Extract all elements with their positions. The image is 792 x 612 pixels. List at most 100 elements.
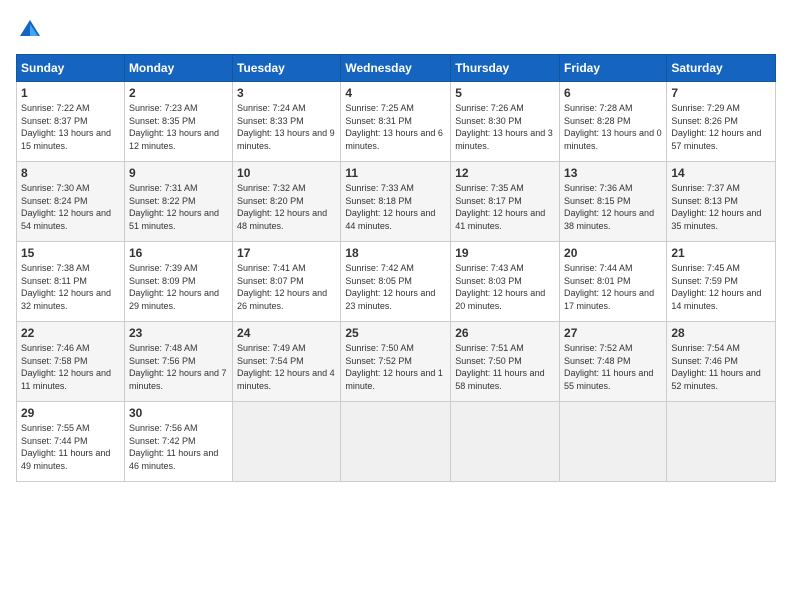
day-number: 1 bbox=[21, 86, 120, 100]
day-number: 22 bbox=[21, 326, 120, 340]
calendar-cell: 23Sunrise: 7:48 AM Sunset: 7:56 PM Dayli… bbox=[124, 322, 232, 402]
day-number: 3 bbox=[237, 86, 336, 100]
day-info: Sunrise: 7:38 AM Sunset: 8:11 PM Dayligh… bbox=[21, 262, 120, 312]
day-info: Sunrise: 7:49 AM Sunset: 7:54 PM Dayligh… bbox=[237, 342, 336, 392]
day-info: Sunrise: 7:54 AM Sunset: 7:46 PM Dayligh… bbox=[671, 342, 771, 392]
calendar-cell: 21 Sunrise: 7:45 AM Sunset: 7:59 PM Dayli… bbox=[667, 242, 776, 322]
calendar-cell: 3 Sunrise: 7:24 AM Sunset: 8:33 PM Daylig… bbox=[233, 82, 341, 162]
weekday-header-row: SundayMondayTuesdayWednesdayThursdayFrid… bbox=[17, 55, 776, 82]
calendar-week-row: 22 Sunrise: 7:46 AM Sunset: 7:58 PM Dayli… bbox=[17, 322, 776, 402]
calendar-week-row: 1 Sunrise: 7:22 AM Sunset: 8:37 PM Daylig… bbox=[17, 82, 776, 162]
day-number: 26 bbox=[455, 326, 555, 340]
calendar-cell: 9 Sunrise: 7:31 AM Sunset: 8:22 PM Daylig… bbox=[124, 162, 232, 242]
calendar-cell: 17 Sunrise: 7:41 AM Sunset: 8:07 PM Dayli… bbox=[233, 242, 341, 322]
calendar-cell: 4Sunrise: 7:25 AM Sunset: 8:31 PM Daylig… bbox=[341, 82, 451, 162]
calendar-cell: 10 Sunrise: 7:32 AM Sunset: 8:20 PM Dayli… bbox=[233, 162, 341, 242]
weekday-header-cell: Monday bbox=[124, 55, 232, 82]
calendar-cell bbox=[667, 402, 776, 482]
day-number: 5 bbox=[455, 86, 555, 100]
calendar-body: 1 Sunrise: 7:22 AM Sunset: 8:37 PM Daylig… bbox=[17, 82, 776, 482]
weekday-header-cell: Thursday bbox=[451, 55, 560, 82]
day-number: 19 bbox=[455, 246, 555, 260]
day-info: Sunrise: 7:26 AM Sunset: 8:30 PM Dayligh… bbox=[455, 102, 555, 152]
calendar-cell: 11Sunrise: 7:33 AM Sunset: 8:18 PM Dayli… bbox=[341, 162, 451, 242]
calendar-cell bbox=[233, 402, 341, 482]
weekday-header-cell: Tuesday bbox=[233, 55, 341, 82]
calendar-cell: 7 Sunrise: 7:29 AM Sunset: 8:26 PM Daylig… bbox=[667, 82, 776, 162]
day-number: 25 bbox=[345, 326, 446, 340]
calendar-cell: 14 Sunrise: 7:37 AM Sunset: 8:13 PM Dayli… bbox=[667, 162, 776, 242]
calendar-cell: 13 Sunrise: 7:36 AM Sunset: 8:15 PM Dayli… bbox=[560, 162, 667, 242]
page-header bbox=[16, 16, 776, 44]
day-info: Sunrise: 7:50 AM Sunset: 7:52 PM Dayligh… bbox=[345, 342, 446, 392]
calendar-cell: 18Sunrise: 7:42 AM Sunset: 8:05 PM Dayli… bbox=[341, 242, 451, 322]
calendar-cell: 22 Sunrise: 7:46 AM Sunset: 7:58 PM Dayli… bbox=[17, 322, 125, 402]
calendar-cell bbox=[560, 402, 667, 482]
day-number: 8 bbox=[21, 166, 120, 180]
day-number: 24 bbox=[237, 326, 336, 340]
day-info: Sunrise: 7:31 AM Sunset: 8:22 PM Dayligh… bbox=[129, 182, 228, 232]
weekday-header-cell: Wednesday bbox=[341, 55, 451, 82]
day-number: 15 bbox=[21, 246, 120, 260]
day-number: 17 bbox=[237, 246, 336, 260]
day-info: Sunrise: 7:51 AM Sunset: 7:50 PM Dayligh… bbox=[455, 342, 555, 392]
calendar-cell: 24 Sunrise: 7:49 AM Sunset: 7:54 PM Dayli… bbox=[233, 322, 341, 402]
day-info: Sunrise: 7:42 AM Sunset: 8:05 PM Dayligh… bbox=[345, 262, 446, 312]
calendar-cell: 15 Sunrise: 7:38 AM Sunset: 8:11 PM Dayli… bbox=[17, 242, 125, 322]
day-info: Sunrise: 7:37 AM Sunset: 8:13 PM Dayligh… bbox=[671, 182, 771, 232]
day-info: Sunrise: 7:39 AM Sunset: 8:09 PM Dayligh… bbox=[129, 262, 228, 312]
calendar-cell bbox=[451, 402, 560, 482]
logo-icon bbox=[16, 16, 44, 44]
day-info: Sunrise: 7:55 AM Sunset: 7:44 PM Dayligh… bbox=[21, 422, 120, 472]
day-info: Sunrise: 7:24 AM Sunset: 8:33 PM Dayligh… bbox=[237, 102, 336, 152]
calendar-cell: 25 Sunrise: 7:50 AM Sunset: 7:52 PM Dayli… bbox=[341, 322, 451, 402]
day-number: 21 bbox=[671, 246, 771, 260]
day-info: Sunrise: 7:56 AM Sunset: 7:42 PM Dayligh… bbox=[129, 422, 228, 472]
calendar-cell: 5 Sunrise: 7:26 AM Sunset: 8:30 PM Daylig… bbox=[451, 82, 560, 162]
calendar-cell: 30 Sunrise: 7:56 AM Sunset: 7:42 PM Dayli… bbox=[124, 402, 232, 482]
day-number: 6 bbox=[564, 86, 662, 100]
day-info: Sunrise: 7:35 AM Sunset: 8:17 PM Dayligh… bbox=[455, 182, 555, 232]
day-info: Sunrise: 7:29 AM Sunset: 8:26 PM Dayligh… bbox=[671, 102, 771, 152]
day-info: Sunrise: 7:32 AM Sunset: 8:20 PM Dayligh… bbox=[237, 182, 336, 232]
day-info: Sunrise: 7:36 AM Sunset: 8:15 PM Dayligh… bbox=[564, 182, 662, 232]
day-info: Sunrise: 7:43 AM Sunset: 8:03 PM Dayligh… bbox=[455, 262, 555, 312]
calendar-cell: 6 Sunrise: 7:28 AM Sunset: 8:28 PM Daylig… bbox=[560, 82, 667, 162]
day-info: Sunrise: 7:41 AM Sunset: 8:07 PM Dayligh… bbox=[237, 262, 336, 312]
day-info: Sunrise: 7:23 AM Sunset: 8:35 PM Dayligh… bbox=[129, 102, 228, 152]
day-number: 16 bbox=[129, 246, 228, 260]
calendar-table: SundayMondayTuesdayWednesdayThursdayFrid… bbox=[16, 54, 776, 482]
day-number: 10 bbox=[237, 166, 336, 180]
day-number: 9 bbox=[129, 166, 228, 180]
day-number: 12 bbox=[455, 166, 555, 180]
calendar-cell bbox=[341, 402, 451, 482]
day-number: 29 bbox=[21, 406, 120, 420]
calendar-cell: 26 Sunrise: 7:51 AM Sunset: 7:50 PM Dayli… bbox=[451, 322, 560, 402]
day-info: Sunrise: 7:22 AM Sunset: 8:37 PM Dayligh… bbox=[21, 102, 120, 152]
weekday-header-cell: Friday bbox=[560, 55, 667, 82]
calendar-week-row: 8 Sunrise: 7:30 AM Sunset: 8:24 PM Daylig… bbox=[17, 162, 776, 242]
day-number: 4 bbox=[345, 86, 446, 100]
day-number: 7 bbox=[671, 86, 771, 100]
day-info: Sunrise: 7:28 AM Sunset: 8:28 PM Dayligh… bbox=[564, 102, 662, 152]
day-number: 28 bbox=[671, 326, 771, 340]
day-info: Sunrise: 7:45 AM Sunset: 7:59 PM Dayligh… bbox=[671, 262, 771, 312]
calendar-cell: 28 Sunrise: 7:54 AM Sunset: 7:46 PM Dayli… bbox=[667, 322, 776, 402]
day-number: 13 bbox=[564, 166, 662, 180]
calendar-cell: 29 Sunrise: 7:55 AM Sunset: 7:44 PM Dayli… bbox=[17, 402, 125, 482]
day-info: Sunrise: 7:30 AM Sunset: 8:24 PM Dayligh… bbox=[21, 182, 120, 232]
day-number: 30 bbox=[129, 406, 228, 420]
calendar-cell: 19 Sunrise: 7:43 AM Sunset: 8:03 PM Dayli… bbox=[451, 242, 560, 322]
calendar-cell: 12 Sunrise: 7:35 AM Sunset: 8:17 PM Dayli… bbox=[451, 162, 560, 242]
calendar-cell: 27Sunrise: 7:52 AM Sunset: 7:48 PM Dayli… bbox=[560, 322, 667, 402]
day-info: Sunrise: 7:48 AM Sunset: 7:56 PM Dayligh… bbox=[129, 342, 228, 392]
calendar-cell: 8 Sunrise: 7:30 AM Sunset: 8:24 PM Daylig… bbox=[17, 162, 125, 242]
day-info: Sunrise: 7:46 AM Sunset: 7:58 PM Dayligh… bbox=[21, 342, 120, 392]
weekday-header-cell: Saturday bbox=[667, 55, 776, 82]
calendar-cell: 16 Sunrise: 7:39 AM Sunset: 8:09 PM Dayli… bbox=[124, 242, 232, 322]
day-info: Sunrise: 7:44 AM Sunset: 8:01 PM Dayligh… bbox=[564, 262, 662, 312]
day-number: 2 bbox=[129, 86, 228, 100]
logo bbox=[16, 16, 48, 44]
day-number: 14 bbox=[671, 166, 771, 180]
weekday-header-cell: Sunday bbox=[17, 55, 125, 82]
